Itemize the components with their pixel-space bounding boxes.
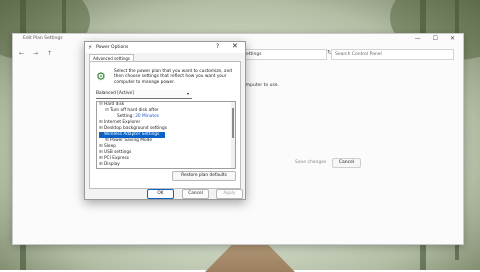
dialog-title: Power Options [96,45,129,50]
control-panel-text: omputer to use. [243,83,280,88]
cancel-button[interactable]: Cancel [182,189,209,199]
chevron-down-icon: ▾ [186,91,189,96]
restore-plan-defaults-button[interactable]: Restore plan defaults [172,171,236,181]
control-panel-cancel-button[interactable]: Cancel [332,158,361,168]
close-button[interactable]: ✕ [450,35,455,42]
setting-value[interactable]: 20 Minutes [135,114,159,119]
save-changes-button[interactable]: Save changes [295,160,326,165]
up-arrow-icon[interactable]: ↑ [47,50,52,57]
ok-button[interactable]: OK [147,189,174,199]
power-plan-icon: ⚙ [96,70,106,83]
search-input[interactable]: Search Control Panel [331,49,454,60]
plan-select-value: Balanced [Active] [96,91,134,96]
advanced-settings-panel: ⚙ Select the power plan that you want to… [89,61,241,189]
maximize-button[interactable]: ☐ [433,35,438,42]
tree-item[interactable]: ⊞Display [99,162,120,168]
dialog-titlebar: ⚡ Power Options ? ✕ [85,42,245,53]
power-options-dialog: ⚡ Power Options ? ✕ Advanced settings ⚙ … [84,41,246,200]
power-options-icon: ⚡ [88,44,93,51]
address-bar[interactable]: ettings [243,49,327,60]
settings-tree[interactable]: ⊟Hard disk ⊟Turn off hard disk after Set… [96,101,236,169]
apply-button[interactable]: Apply [216,189,243,199]
dialog-description: Select the power plan that you want to c… [114,69,233,85]
forward-arrow-icon[interactable]: → [33,50,38,57]
dialog-close-button[interactable]: ✕ [232,42,238,50]
scrollbar-thumb[interactable] [232,108,234,138]
minimize-button[interactable]: — [415,35,421,42]
help-button[interactable]: ? [216,43,219,50]
window-buttons: — ☐ ✕ [415,35,455,42]
power-plan-select[interactable]: Balanced [Active] ▾ [96,90,192,99]
back-arrow-icon[interactable]: ← [19,50,24,57]
tree-scrollbar[interactable] [231,102,235,168]
control-panel-title: Edit Plan Settings [23,36,63,41]
